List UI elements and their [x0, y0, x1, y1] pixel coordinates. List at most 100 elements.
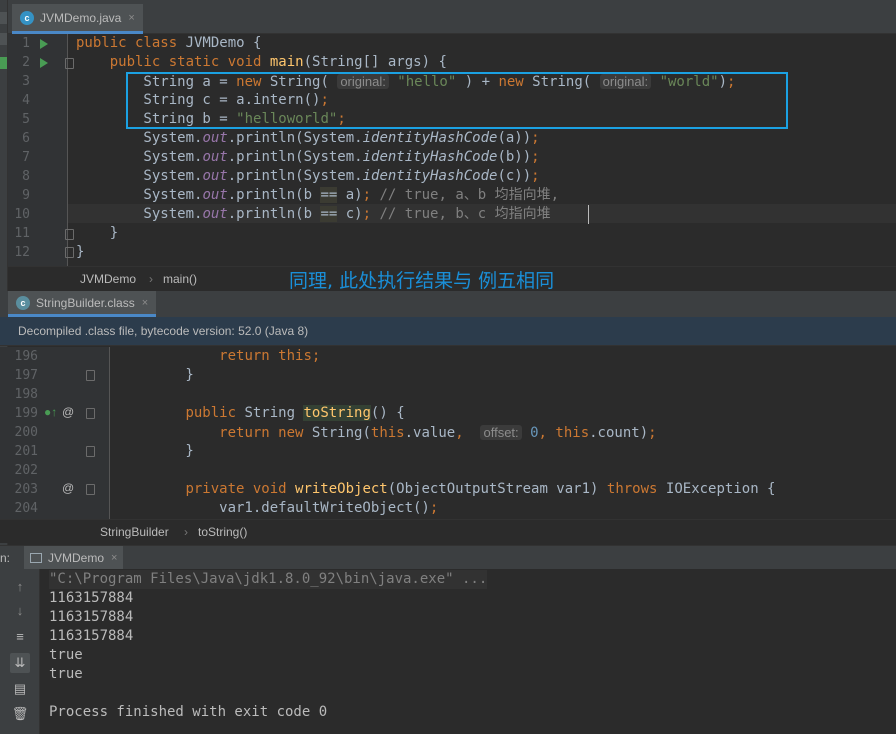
code-token: String [244, 405, 304, 421]
breadcrumb-class[interactable]: StringBuilder [100, 525, 169, 539]
run-toolbar: ↑ ↓ ≡ ⇊ ▤ 🗑 [0, 569, 40, 734]
code-token: public class [76, 35, 186, 51]
up-arrow-icon[interactable]: ↑ [10, 577, 30, 597]
code-line: var1.defaultWriteObject(); [118, 499, 438, 518]
breadcrumb-method[interactable]: toString() [198, 525, 247, 539]
code-token: .println(b [227, 206, 321, 222]
code-token: out [202, 168, 228, 184]
line-number: 204 [14, 501, 38, 516]
fold-marker-icon[interactable] [65, 58, 74, 69]
close-tab-icon[interactable]: × [142, 297, 148, 309]
code-line: private void writeObject(ObjectOutputStr… [118, 480, 775, 499]
trash-icon[interactable]: 🗑 [10, 704, 30, 724]
code-token: 0 [530, 425, 539, 441]
code-line: System.out.println(b == c); // true, b、c… [76, 205, 551, 224]
fold-marker-icon[interactable] [86, 446, 95, 457]
code-token: writeObject [295, 481, 388, 497]
override-annotation-icon[interactable]: @ [62, 481, 74, 495]
run-tool-icon[interactable] [0, 57, 7, 69]
code-line: public static void main(String[] args) { [76, 53, 447, 72]
line-number: 9 [22, 188, 30, 203]
code-token: (a)) [497, 130, 532, 146]
code-token: offset: [480, 425, 522, 440]
code-token: ; [531, 149, 540, 165]
console-line: 1163157884 [49, 628, 134, 644]
code-token: toString [303, 405, 371, 421]
line-number: 5 [22, 112, 30, 127]
editor-tab-bar-second: c StringBuilder.class × [0, 291, 896, 317]
close-tab-icon[interactable]: × [111, 552, 117, 564]
code-line: } [76, 243, 84, 262]
tab-stringbuilder-class[interactable]: c StringBuilder.class × [8, 291, 157, 317]
code-token: ; [531, 168, 540, 184]
code-token: System. [76, 206, 203, 222]
fold-marker-icon[interactable] [86, 484, 95, 495]
fold-marker-icon[interactable] [65, 229, 74, 240]
down-arrow-icon[interactable]: ↓ [10, 601, 30, 621]
line-number: 2 [22, 55, 30, 70]
code-token: == [320, 187, 338, 203]
console-line: 1163157884 [49, 609, 134, 625]
code-line: System.out.println(System.identityHashCo… [76, 167, 540, 186]
code-token: return this; [219, 348, 321, 364]
tab-label: JVMDemo.java [40, 10, 122, 25]
line-number: 10 [14, 207, 30, 222]
breadcrumb-separator-icon: › [149, 272, 153, 286]
code-token: public static void [109, 54, 270, 70]
annotation-text: 同理, 此处执行结果与 例五相同 [289, 270, 555, 292]
code-token: } [76, 225, 119, 241]
run-main-icon[interactable] [40, 58, 48, 68]
fold-marker-icon[interactable] [86, 370, 95, 381]
console-line: "C:\Program Files\Java\jdk1.8.0_92\bin\j… [49, 570, 488, 589]
run-tab-jvmdemo[interactable]: JVMDemo × [24, 546, 124, 570]
override-annotation-icon[interactable]: @ [62, 405, 74, 419]
breadcrumb-second: StringBuilder › toString() [0, 519, 896, 543]
scroll-to-end-icon[interactable]: ⇊ [10, 653, 30, 673]
line-number: 201 [14, 444, 38, 459]
code-editor-stringbuilder[interactable]: ●↑ @ @ 196 return this; 197 } 198 199 publi… [0, 347, 896, 519]
code-token: System. [76, 130, 203, 146]
line-number: 11 [14, 226, 30, 241]
console-line: 1163157884 [49, 590, 134, 606]
code-token: } [76, 244, 85, 260]
close-tab-icon[interactable]: × [128, 12, 134, 24]
soft-wrap-icon[interactable]: ≡ [10, 627, 30, 647]
breadcrumb-method[interactable]: main() [163, 272, 197, 286]
line-number: 12 [14, 245, 30, 260]
line-number: 200 [14, 425, 38, 440]
tab-jvmdemo-java[interactable]: c JVMDemo.java × [12, 4, 143, 34]
code-token: identityHashCode [362, 168, 498, 184]
code-token: ; [362, 187, 372, 203]
code-token: .println(b [227, 187, 321, 203]
console-line: true [49, 666, 83, 682]
editor-tab-bar: c JVMDemo.java × [8, 0, 896, 34]
line-number: 199 [14, 406, 38, 421]
code-line: } [118, 366, 193, 385]
code-editor-jvmdemo[interactable]: 1 public class JVMDemo {2 public static v… [8, 34, 896, 266]
code-line: return new String(this.value, offset: 0,… [118, 423, 657, 442]
favorites-tool-icon[interactable] [0, 33, 7, 45]
java-class-icon: c [20, 10, 34, 25]
breadcrumb-separator-icon: › [184, 525, 188, 539]
code-token: JVMDemo { [185, 35, 262, 51]
console-output[interactable]: "C:\Program Files\Java\jdk1.8.0_92\bin\j… [40, 569, 896, 734]
breadcrumb-class[interactable]: JVMDemo [80, 272, 136, 286]
fold-marker-icon[interactable] [86, 408, 95, 419]
line-number: 6 [22, 131, 30, 146]
code-token: c) [337, 206, 363, 222]
implementation-marker-icon[interactable]: ●↑ [44, 405, 57, 419]
code-token: System. [76, 149, 203, 165]
structure-tool-icon[interactable] [0, 12, 7, 24]
print-icon[interactable]: ▤ [10, 679, 30, 699]
code-line: } [118, 442, 193, 461]
line-number: 8 [22, 169, 30, 184]
code-token: .value [404, 425, 456, 441]
code-token: out [202, 187, 228, 203]
fold-marker-icon[interactable] [65, 247, 74, 258]
code-line: System.out.println(System.identityHashCo… [76, 129, 539, 148]
run-class-icon[interactable] [40, 39, 48, 49]
